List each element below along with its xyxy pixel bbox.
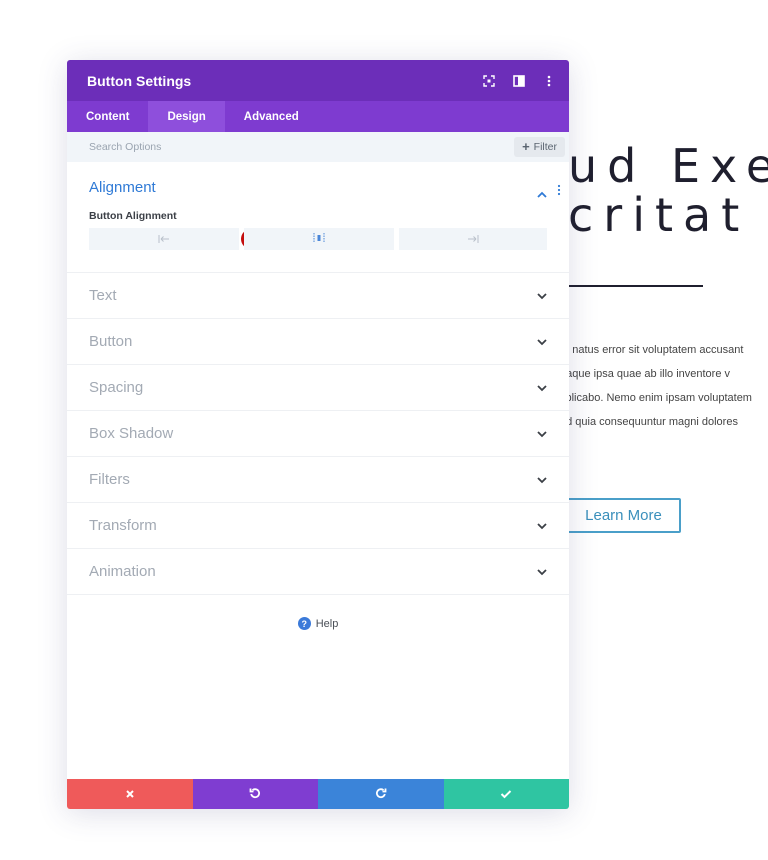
modal-header: Button Settings — [67, 60, 569, 101]
background-heading-line-1: ud Exe — [568, 139, 768, 193]
chevron-down-icon — [537, 379, 547, 397]
chevron-down-icon — [537, 287, 547, 305]
search-bar: + Filter — [67, 132, 569, 162]
plus-icon: + — [522, 139, 530, 154]
tab-content[interactable]: Content — [67, 101, 148, 132]
redo-button[interactable] — [318, 779, 444, 809]
background-heading-line-2: critat — [568, 188, 750, 242]
background-paragraph: te natus error sit voluptatem accusant e… — [560, 338, 768, 434]
align-center-option[interactable] — [244, 228, 394, 250]
section-menu-icon[interactable] — [557, 183, 561, 201]
align-center-icon — [313, 230, 325, 248]
search-options-input[interactable] — [89, 141, 289, 153]
chevron-down-icon — [537, 517, 547, 535]
button-alignment-label: Button Alignment — [89, 210, 177, 222]
section-title: Animation — [89, 563, 156, 580]
chevron-down-icon — [537, 563, 547, 581]
chevron-up-icon[interactable] — [537, 185, 547, 203]
section-title: Transform — [89, 517, 157, 534]
section-title: Box Shadow — [89, 425, 174, 442]
save-icon — [500, 787, 512, 802]
section-animation[interactable]: Animation — [67, 549, 569, 595]
filter-label: Filter — [533, 141, 557, 153]
undo-button[interactable] — [192, 779, 318, 809]
tab-advanced[interactable]: Advanced — [225, 101, 318, 132]
section-transform[interactable]: Transform — [67, 503, 569, 549]
cancel-icon — [125, 787, 135, 802]
save-button[interactable] — [443, 779, 569, 809]
chevron-down-icon — [537, 425, 547, 443]
section-button[interactable]: Button — [67, 319, 569, 365]
modal-title: Button Settings — [87, 72, 192, 89]
section-title: Button — [89, 333, 133, 350]
section-filters[interactable]: Filters — [67, 457, 569, 503]
section-text[interactable]: Text — [67, 273, 569, 319]
help-link[interactable]: ? Help — [67, 617, 569, 630]
tab-design[interactable]: Design — [148, 101, 225, 132]
redo-icon — [375, 787, 387, 802]
paragraph-line: ed quia consequuntur magni dolores — [560, 416, 738, 428]
help-label: Help — [315, 617, 339, 630]
tab-bar: Content Design Advanced — [67, 101, 569, 132]
undo-icon — [249, 787, 261, 802]
filter-button[interactable]: + Filter — [514, 137, 565, 157]
cancel-button[interactable] — [67, 779, 193, 809]
align-left-option[interactable]: 1 — [89, 228, 261, 250]
split-view-icon[interactable] — [513, 74, 525, 87]
section-title: Text — [89, 287, 117, 304]
section-title: Spacing — [89, 379, 144, 396]
fullscreen-icon[interactable] — [483, 74, 495, 87]
align-left-icon — [158, 230, 170, 248]
section-spacing[interactable]: Spacing — [67, 365, 569, 411]
paragraph-line: xplicabo. Nemo enim ipsam voluptatem — [560, 392, 752, 404]
align-right-icon — [467, 230, 479, 248]
help-icon: ? — [297, 617, 311, 630]
align-right-option[interactable] — [399, 228, 547, 250]
section-box-shadow[interactable]: Box Shadow — [67, 411, 569, 457]
paragraph-line: eaque ipsa quae ab illo inventore v — [560, 368, 731, 380]
chevron-down-icon — [537, 471, 547, 489]
paragraph-line: te natus error sit voluptatem accusant — [560, 344, 744, 356]
modal-footer — [67, 779, 569, 809]
button-settings-modal: Button Settings Content Design Advanced … — [67, 60, 569, 809]
section-alignment: Alignment Button Alignment 1 — [67, 162, 569, 273]
chevron-down-icon — [537, 333, 547, 351]
alignment-options: 1 — [89, 228, 547, 250]
learn-more-button[interactable]: Learn More — [566, 498, 681, 533]
background-divider — [565, 285, 703, 287]
section-title-alignment[interactable]: Alignment — [89, 162, 547, 196]
more-options-icon[interactable] — [543, 75, 555, 87]
section-title: Filters — [89, 471, 130, 488]
header-icons — [483, 60, 555, 101]
